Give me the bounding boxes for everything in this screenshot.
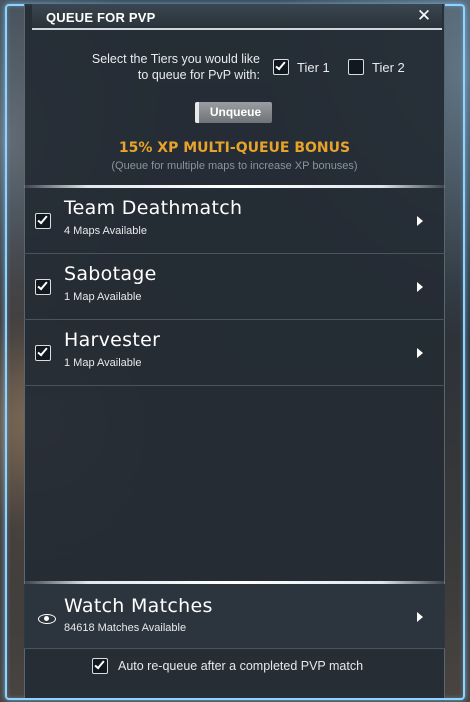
- harvester-checkbox[interactable]: [35, 345, 51, 361]
- tier2-label: Tier 2: [372, 60, 405, 75]
- tier1-checkbox[interactable]: [273, 59, 289, 75]
- map-availability: 4 Maps Available: [64, 225, 147, 237]
- map-name: Harvester: [64, 329, 161, 351]
- map-availability: 1 Map Available: [64, 357, 142, 369]
- auto-requeue-label: Auto re-queue after a completed PVP matc…: [118, 659, 364, 673]
- tier-prompt-line2: to queue for PvP with:: [137, 68, 260, 82]
- watch-matches-row[interactable]: Watch Matches 84618 Matches Available: [24, 584, 445, 648]
- sabotage-checkbox[interactable]: [35, 279, 51, 295]
- auto-requeue-checkbox[interactable]: [92, 658, 108, 674]
- tier-prompt-line1: Select the Tiers you would like: [91, 52, 260, 66]
- eye-pupil: [44, 616, 49, 621]
- chevron-right-icon: [417, 612, 423, 622]
- xp-bonus-title: 15% XP MULTI-QUEUE BONUS: [118, 140, 351, 156]
- map-availability: 1 Map Available: [64, 291, 142, 303]
- window-title: QUEUE FOR PVP: [46, 10, 156, 25]
- chevron-right-icon: [417, 282, 423, 292]
- tier1-label: Tier 1: [297, 60, 330, 75]
- map-name: Sabotage: [64, 263, 157, 285]
- close-button[interactable]: ✕: [414, 6, 434, 26]
- chevron-right-icon: [417, 348, 423, 358]
- watch-matches-title: Watch Matches: [64, 595, 213, 617]
- checkmark-icon: [275, 59, 286, 71]
- tier2-checkbox[interactable]: [348, 59, 364, 75]
- divider: [24, 648, 445, 649]
- map-row-team-deathmatch[interactable]: Team Deathmatch 4 Maps Available: [24, 188, 445, 254]
- title-bar: QUEUE FOR PVP ✕: [32, 4, 442, 30]
- team-deathmatch-checkbox[interactable]: [35, 213, 51, 229]
- map-name: Team Deathmatch: [64, 197, 243, 219]
- watch-matches-count: 84618 Matches Available: [64, 622, 187, 634]
- map-row-harvester[interactable]: Harvester 1 Map Available: [24, 320, 445, 386]
- xp-bonus-subtitle: (Queue for multiple maps to increase XP …: [111, 160, 358, 172]
- checkmark-icon: [37, 345, 48, 357]
- eye-icon: [38, 614, 56, 624]
- map-row-sabotage[interactable]: Sabotage 1 Map Available: [24, 254, 445, 320]
- checkmark-icon: [37, 279, 48, 291]
- auto-requeue-row: Auto re-queue after a completed PVP matc…: [24, 650, 445, 682]
- chevron-right-icon: [417, 216, 423, 226]
- unqueue-button[interactable]: Unqueue: [195, 102, 272, 123]
- checkmark-icon: [37, 213, 48, 225]
- tier-prompt: Select the Tiers you would like to queue…: [60, 51, 260, 83]
- checkmark-icon: [94, 658, 105, 670]
